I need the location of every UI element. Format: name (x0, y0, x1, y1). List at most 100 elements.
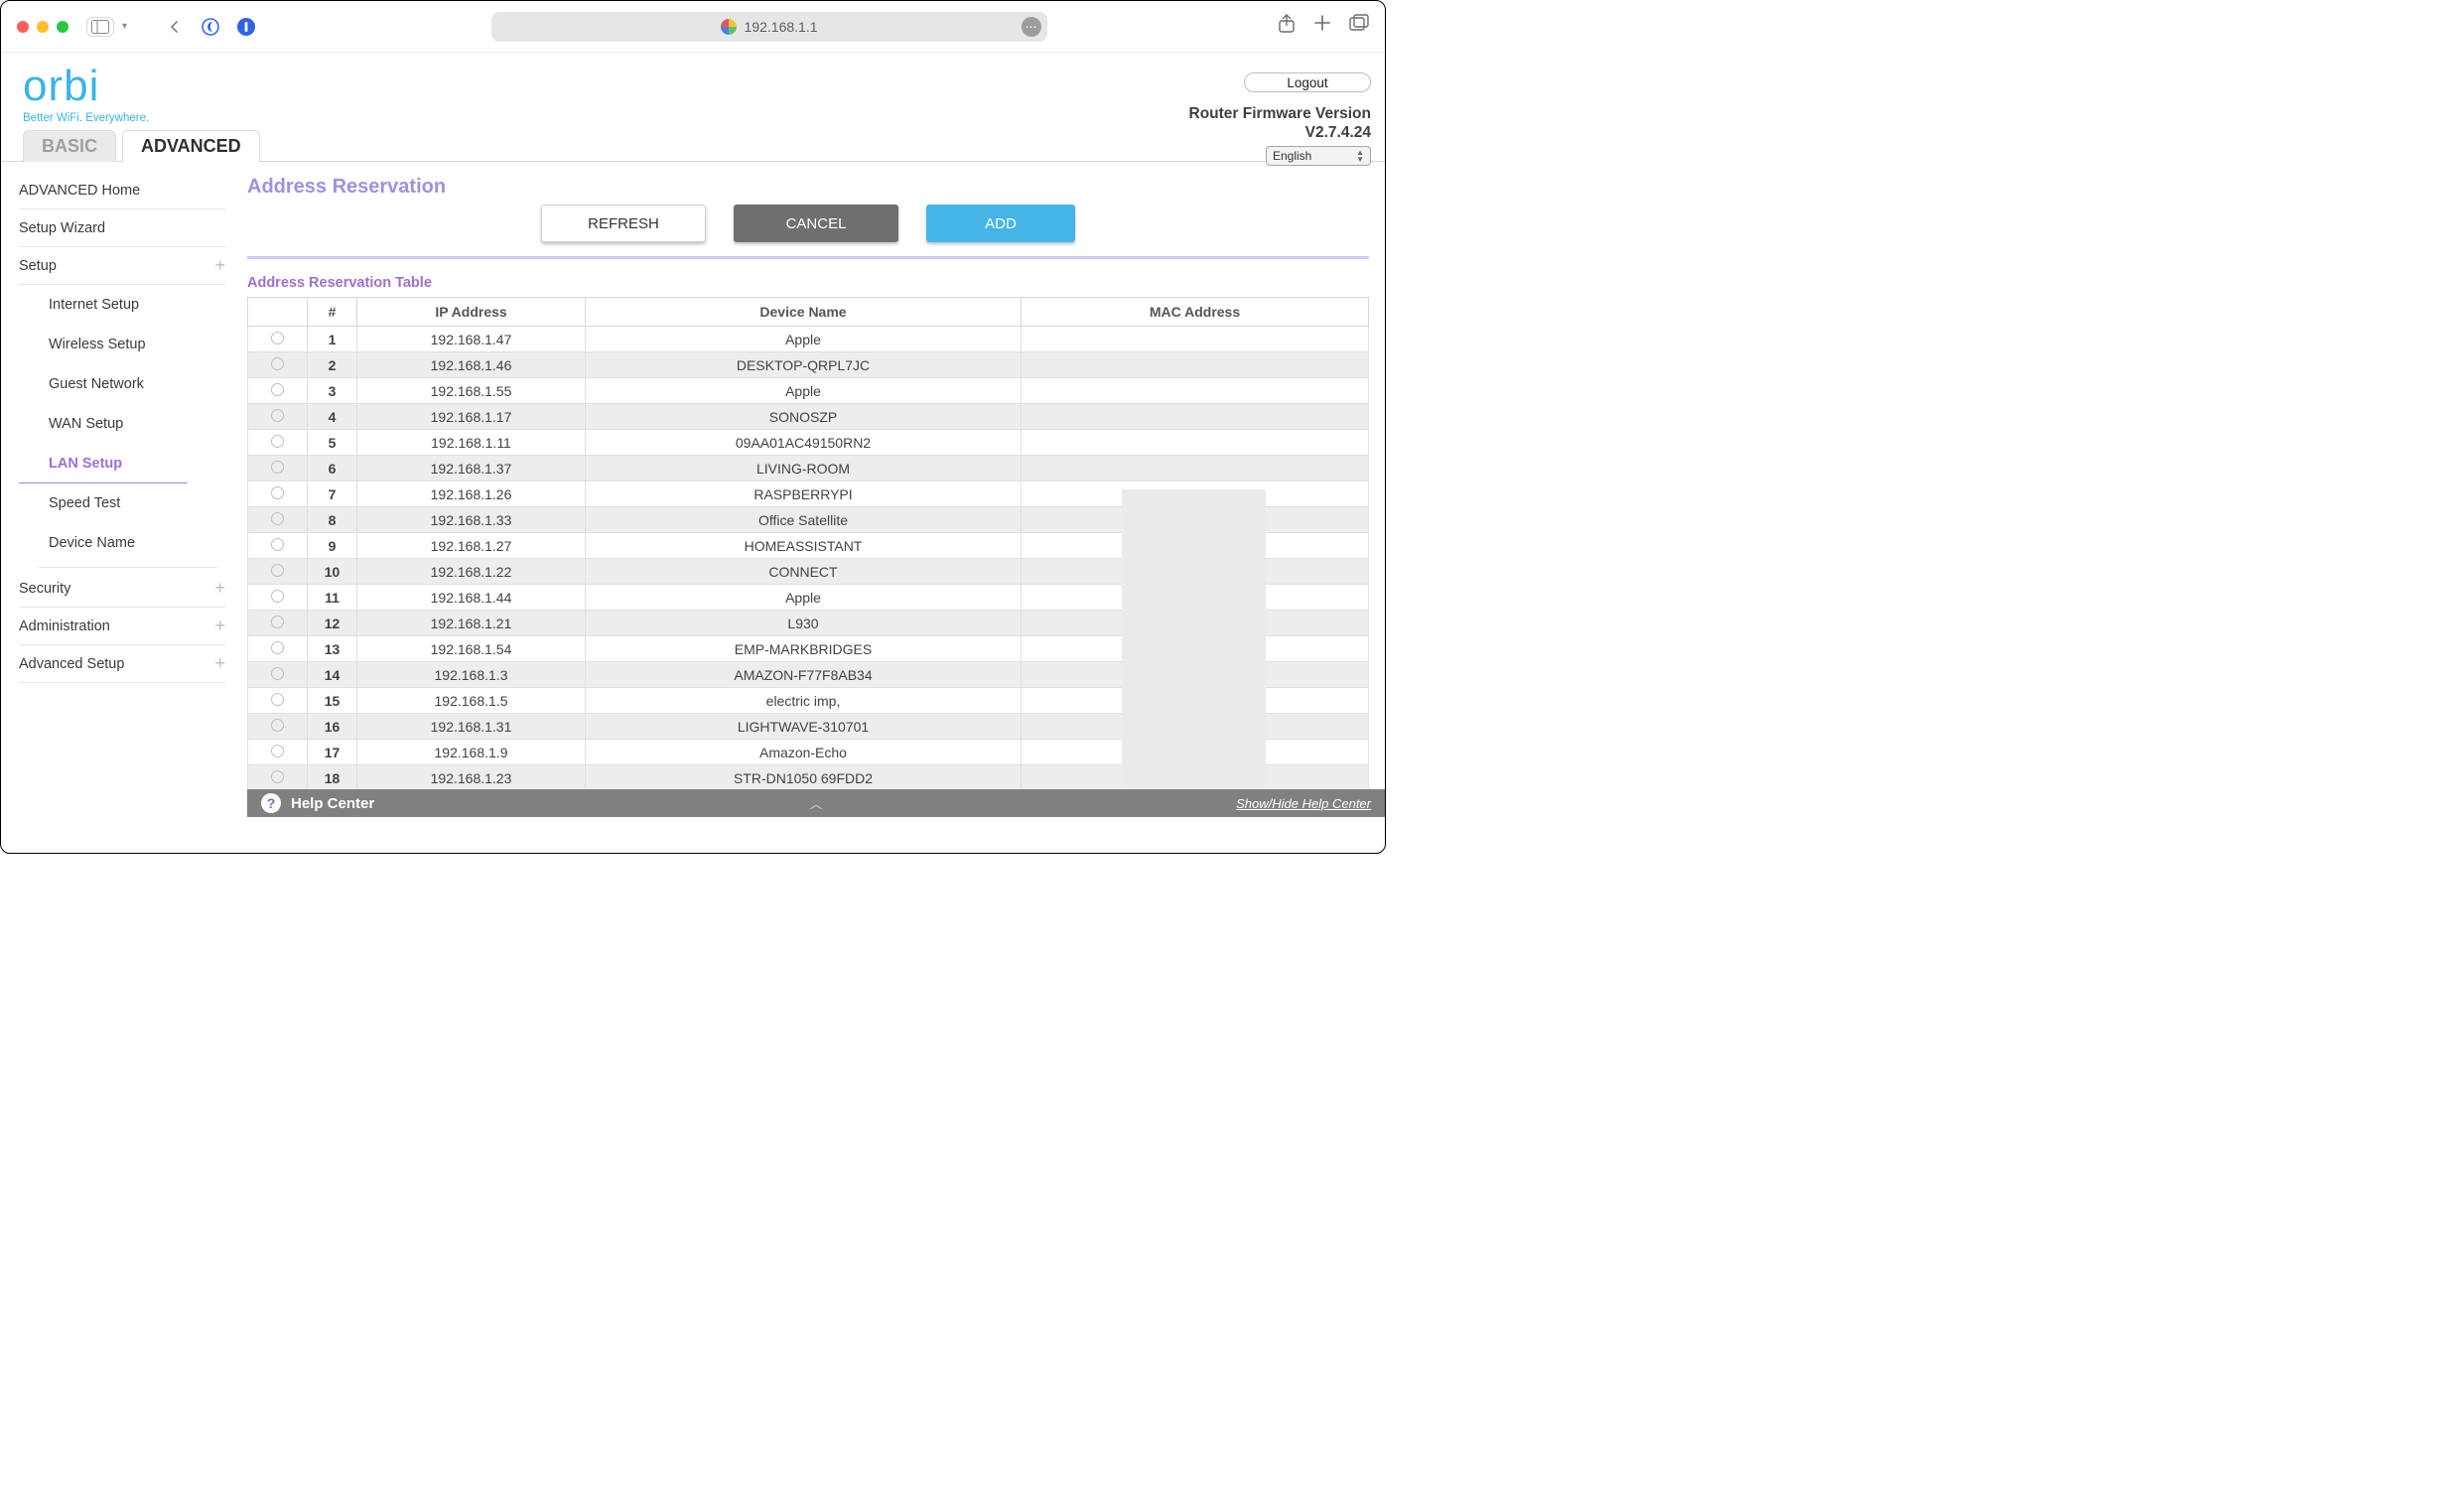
help-toggle-link[interactable]: Show/Hide Help Center (1236, 796, 1371, 811)
page-actions-icon[interactable]: ⋯ (1022, 17, 1041, 37)
plus-icon: + (214, 653, 225, 674)
maximize-window-icon[interactable] (57, 21, 68, 33)
sidebar-item-wireless-setup[interactable]: Wireless Setup (19, 325, 225, 364)
sidebar-item-speed-test[interactable]: Speed Test (19, 483, 225, 523)
table-row[interactable]: 2192.168.1.46DESKTOP-QRPL7JC (248, 352, 1369, 378)
close-window-icon[interactable] (17, 21, 29, 33)
help-center-bar[interactable]: ? Help Center ︿ Show/Hide Help Center (247, 789, 1385, 817)
row-mac (1022, 352, 1369, 378)
refresh-button[interactable]: REFRESH (541, 205, 706, 242)
row-device: HOMEASSISTANT (586, 533, 1022, 559)
row-ip: 192.168.1.46 (357, 352, 586, 378)
row-num: 15 (308, 688, 357, 714)
new-tab-icon[interactable] (1313, 14, 1331, 39)
page-title: Address Reservation (247, 176, 1369, 199)
row-radio[interactable] (271, 332, 284, 344)
row-num: 8 (308, 507, 357, 533)
row-device: SONOSZP (586, 404, 1022, 430)
sidebar-toggle-button[interactable] (86, 17, 114, 37)
row-radio[interactable] (271, 719, 284, 732)
row-num: 17 (308, 740, 357, 765)
table-row[interactable]: 1192.168.1.47Apple (248, 327, 1369, 352)
sidebar-item-security[interactable]: Security+ (19, 570, 225, 608)
row-device: LIVING-ROOM (586, 456, 1022, 481)
row-radio[interactable] (271, 667, 284, 680)
col-radio (248, 298, 308, 327)
row-ip: 192.168.1.11 (357, 430, 586, 456)
row-device: STR-DN1050 69FDD2 (586, 765, 1022, 791)
sidebar-item-lan-setup[interactable]: LAN Setup (19, 444, 188, 483)
minimize-window-icon[interactable] (37, 21, 49, 33)
row-num: 4 (308, 404, 357, 430)
row-device: L930 (586, 611, 1022, 636)
plus-icon: + (214, 616, 225, 636)
row-mac (1022, 456, 1369, 481)
row-mac (1022, 404, 1369, 430)
sidebar-item-advanced-home[interactable]: ADVANCED Home (19, 172, 225, 209)
sidebar-item-setup-wizard[interactable]: Setup Wizard (19, 209, 225, 247)
row-radio[interactable] (271, 770, 284, 783)
address-bar[interactable]: 192.168.1.1 ⋯ (491, 12, 1047, 42)
brand-area: orbi Better WiFi. Everywhere. (1, 53, 1385, 126)
row-radio[interactable] (271, 435, 284, 448)
row-radio[interactable] (271, 590, 284, 603)
help-title: Help Center (291, 795, 374, 812)
sidebar-item-administration[interactable]: Administration+ (19, 608, 225, 645)
table-row[interactable]: 6192.168.1.37LIVING-ROOM (248, 456, 1369, 481)
row-num: 6 (308, 456, 357, 481)
row-radio[interactable] (271, 745, 284, 757)
table-row[interactable]: 5192.168.1.1109AA01AC49150RN2 (248, 430, 1369, 456)
tab-advanced[interactable]: ADVANCED (122, 130, 260, 162)
sidebar-item-wan-setup[interactable]: WAN Setup (19, 404, 225, 444)
help-icon: ? (261, 793, 281, 813)
row-radio[interactable] (271, 616, 284, 628)
row-ip: 192.168.1.9 (357, 740, 586, 765)
row-radio[interactable] (271, 357, 284, 370)
chevron-up-icon: ︿ (810, 795, 822, 812)
row-device: Apple (586, 378, 1022, 404)
share-icon[interactable] (1278, 14, 1296, 39)
row-device: CONNECT (586, 559, 1022, 585)
row-radio[interactable] (271, 693, 284, 706)
tabs-overview-icon[interactable] (1349, 14, 1369, 39)
tab-basic[interactable]: BASIC (23, 130, 116, 162)
table-row[interactable]: 4192.168.1.17SONOSZP (248, 404, 1369, 430)
row-ip: 192.168.1.31 (357, 714, 586, 740)
row-radio[interactable] (271, 641, 284, 654)
divider (247, 256, 1369, 259)
row-mac (1022, 378, 1369, 404)
row-radio[interactable] (271, 486, 284, 499)
row-radio[interactable] (271, 409, 284, 422)
sidebar-item-device-name[interactable]: Device Name (19, 523, 225, 563)
firmware-version: Router Firmware Version V2.7.4.24 (1189, 104, 1371, 143)
chevron-down-icon[interactable]: ▾ (122, 21, 127, 32)
row-ip: 192.168.1.44 (357, 585, 586, 611)
sidebar-item-advanced-setup[interactable]: Advanced Setup+ (19, 645, 225, 683)
favicon-icon (721, 19, 737, 35)
row-radio[interactable] (271, 538, 284, 551)
sidebar-item-internet-setup[interactable]: Internet Setup (19, 285, 225, 325)
cancel-button[interactable]: CANCEL (734, 205, 898, 242)
row-device: electric imp, (586, 688, 1022, 714)
row-radio[interactable] (271, 512, 284, 525)
onepassword-icon[interactable] (232, 13, 260, 41)
row-radio[interactable] (271, 383, 284, 396)
row-radio[interactable] (271, 461, 284, 474)
sidebar-item-setup[interactable]: Setup+ (19, 247, 225, 285)
row-radio[interactable] (271, 564, 284, 577)
row-num: 11 (308, 585, 357, 611)
sidebar-item-guest-network[interactable]: Guest Network (19, 364, 225, 404)
logout-button[interactable]: Logout (1244, 72, 1371, 92)
brand-tagline: Better WiFi. Everywhere. (23, 112, 1363, 124)
row-ip: 192.168.1.23 (357, 765, 586, 791)
row-ip: 192.168.1.37 (357, 456, 586, 481)
row-ip: 192.168.1.22 (357, 559, 586, 585)
row-ip: 192.168.1.3 (357, 662, 586, 688)
table-row[interactable]: 3192.168.1.55Apple (248, 378, 1369, 404)
row-device: 09AA01AC49150RN2 (586, 430, 1022, 456)
add-button[interactable]: ADD (926, 205, 1075, 242)
back-button[interactable] (161, 13, 189, 41)
row-device: DESKTOP-QRPL7JC (586, 352, 1022, 378)
moon-icon[interactable] (197, 13, 224, 41)
row-device: LIGHTWAVE-310701 (586, 714, 1022, 740)
